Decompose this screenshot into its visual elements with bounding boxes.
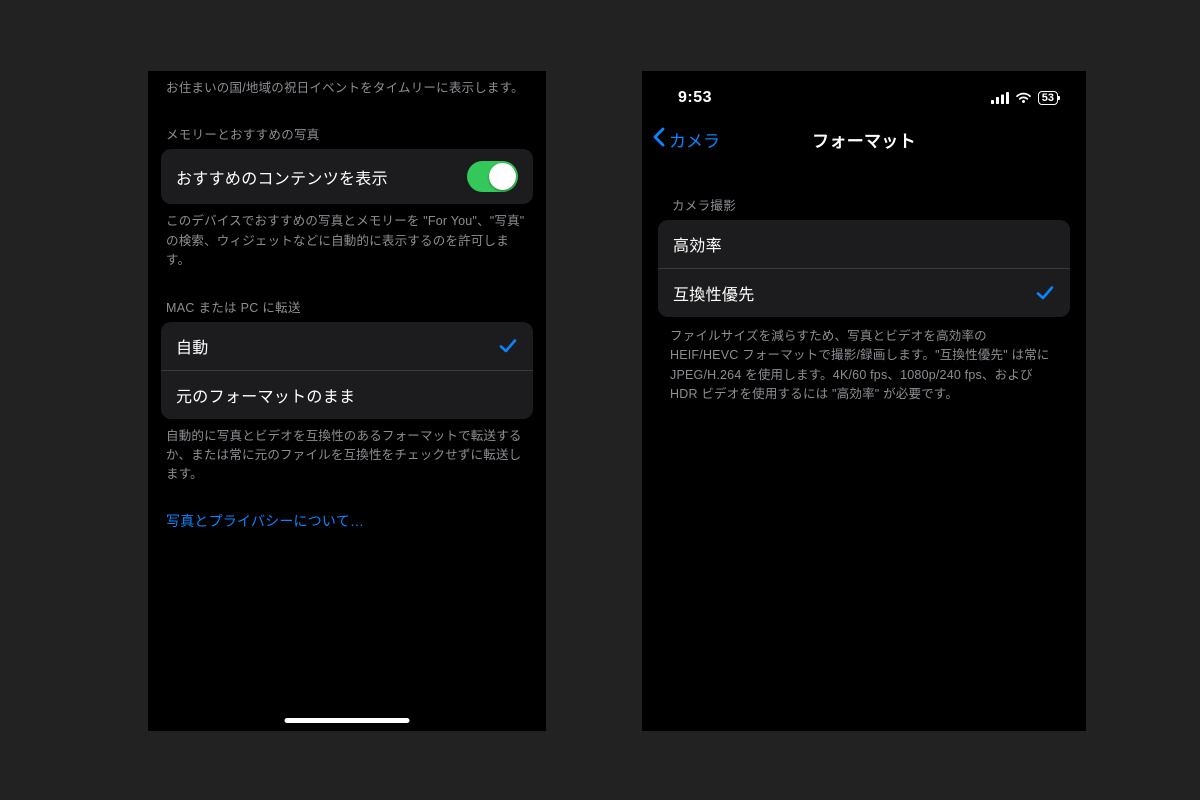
format-option-label: 互換性優先	[673, 281, 755, 305]
memories-section-header: メモリーとおすすめの写真	[148, 106, 546, 149]
format-option-high-efficiency[interactable]: 高効率	[658, 220, 1070, 268]
back-label: カメラ	[669, 127, 720, 152]
wifi-icon	[1015, 92, 1032, 104]
status-bar: 9:53 53	[642, 71, 1086, 117]
holiday-events-footer: お住まいの国/地域の祝日イベントをタイムリーに表示します。	[148, 71, 546, 106]
format-option-most-compatible[interactable]: 互換性優先	[658, 268, 1070, 317]
transfer-option-auto[interactable]: 自動	[161, 322, 533, 370]
show-featured-toggle[interactable]	[467, 161, 518, 192]
home-indicator[interactable]	[285, 718, 410, 723]
show-featured-label: おすすめのコンテンツを表示	[176, 165, 388, 189]
status-indicators: 53	[991, 91, 1058, 105]
transfer-footer: 自動的に写真とビデオを互換性のあるフォーマットで転送するか、または常に元のファイ…	[148, 419, 546, 493]
photos-privacy-link-row[interactable]: 写真とプライバシーについて…	[148, 493, 546, 549]
memories-group: おすすめのコンテンツを表示	[161, 149, 533, 204]
toggle-knob	[489, 163, 516, 190]
chevron-left-icon	[652, 127, 665, 152]
transfer-option-label: 元のフォーマットのまま	[176, 383, 355, 407]
nav-bar: カメラ フォーマット	[642, 117, 1086, 161]
back-button[interactable]: カメラ	[652, 127, 720, 152]
transfer-group: 自動 元のフォーマットのまま	[161, 322, 533, 419]
checkmark-icon	[1035, 283, 1055, 303]
capture-format-footer: ファイルサイズを減らすため、写真とビデオを高効率の HEIF/HEVC フォーマ…	[642, 317, 1086, 415]
photos-privacy-link: 写真とプライバシーについて…	[166, 513, 364, 529]
photos-settings-screen: お住まいの国/地域の祝日イベントをタイムリーに表示します。 メモリーとおすすめの…	[148, 71, 546, 731]
nav-title: フォーマット	[812, 127, 916, 152]
format-option-label: 高効率	[673, 232, 722, 256]
capture-format-group: 高効率 互換性優先	[658, 220, 1070, 317]
transfer-section-header: MAC または PC に転送	[148, 279, 546, 322]
camera-formats-screen: 9:53 53	[642, 71, 1086, 731]
status-time: 9:53	[678, 89, 712, 107]
battery-indicator: 53	[1038, 91, 1058, 105]
show-featured-content-row[interactable]: おすすめのコンテンツを表示	[161, 149, 533, 204]
camera-capture-header: カメラ撮影	[642, 161, 1086, 220]
transfer-option-label: 自動	[176, 334, 209, 358]
checkmark-icon	[498, 336, 518, 356]
transfer-option-original[interactable]: 元のフォーマットのまま	[161, 370, 533, 419]
memories-footer: このデバイスでおすすめの写真とメモリーを "For You"、"写真" の検索、…	[148, 204, 546, 278]
cellular-signal-icon	[991, 92, 1009, 104]
